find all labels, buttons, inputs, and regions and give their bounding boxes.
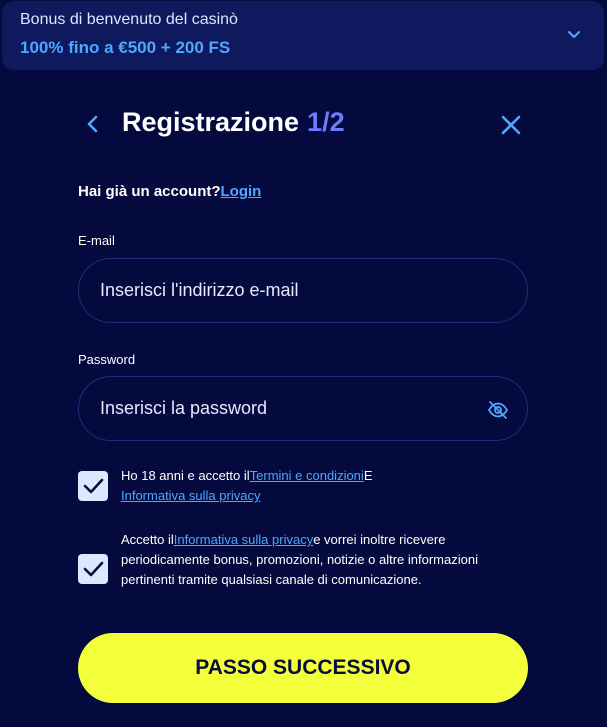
bonus-banner[interactable]: Bonus di benvenuto del casinò 100% fino … [2, 1, 604, 70]
checkmark-icon [83, 478, 104, 494]
privacy-link[interactable]: Informativa sulla privacy [121, 488, 260, 503]
page-title-text: Registrazione [122, 107, 300, 137]
login-prompt-text: Hai già un account? [78, 183, 221, 200]
close-icon[interactable] [498, 112, 524, 138]
marketing-consent-text: Accetto ilInformativa sulla privacye vor… [121, 530, 521, 590]
password-label: Password [78, 352, 136, 367]
login-link[interactable]: Login [221, 183, 262, 200]
terms-link[interactable]: Termini e condizioni [250, 468, 364, 483]
bonus-title: Bonus di benvenuto del casinò [20, 11, 238, 28]
login-prompt: Hai già un account?Login [78, 183, 261, 200]
terms-text-middle: E [363, 468, 373, 483]
page-title: Registrazione 1/2 [122, 107, 345, 138]
bonus-amount: 100% fino a €500 + 200 FS [20, 38, 231, 57]
email-field[interactable] [100, 280, 460, 301]
checkmark-icon [83, 561, 104, 577]
marketing-checkbox[interactable] [78, 554, 108, 584]
chevron-left-icon[interactable] [82, 112, 104, 136]
next-step-button[interactable]: PASSO SUCCESSIVO [78, 633, 528, 703]
email-field-container [78, 258, 528, 323]
password-field-container [78, 376, 528, 441]
terms-consent-text: Ho 18 anni e accetto ilTermini e condizi… [121, 466, 521, 506]
terms-checkbox[interactable] [78, 471, 108, 501]
password-field[interactable] [100, 398, 460, 419]
marketing-privacy-link[interactable]: Informativa sulla privacy [174, 532, 313, 547]
eye-off-icon[interactable] [487, 399, 509, 421]
terms-text-before: Ho 18 anni e accetto il [121, 468, 250, 483]
marketing-text-before: Accetto il [121, 532, 174, 547]
step-indicator: 1/2 [307, 107, 345, 137]
chevron-down-icon[interactable] [566, 26, 582, 42]
email-label: E-mail [78, 233, 115, 248]
